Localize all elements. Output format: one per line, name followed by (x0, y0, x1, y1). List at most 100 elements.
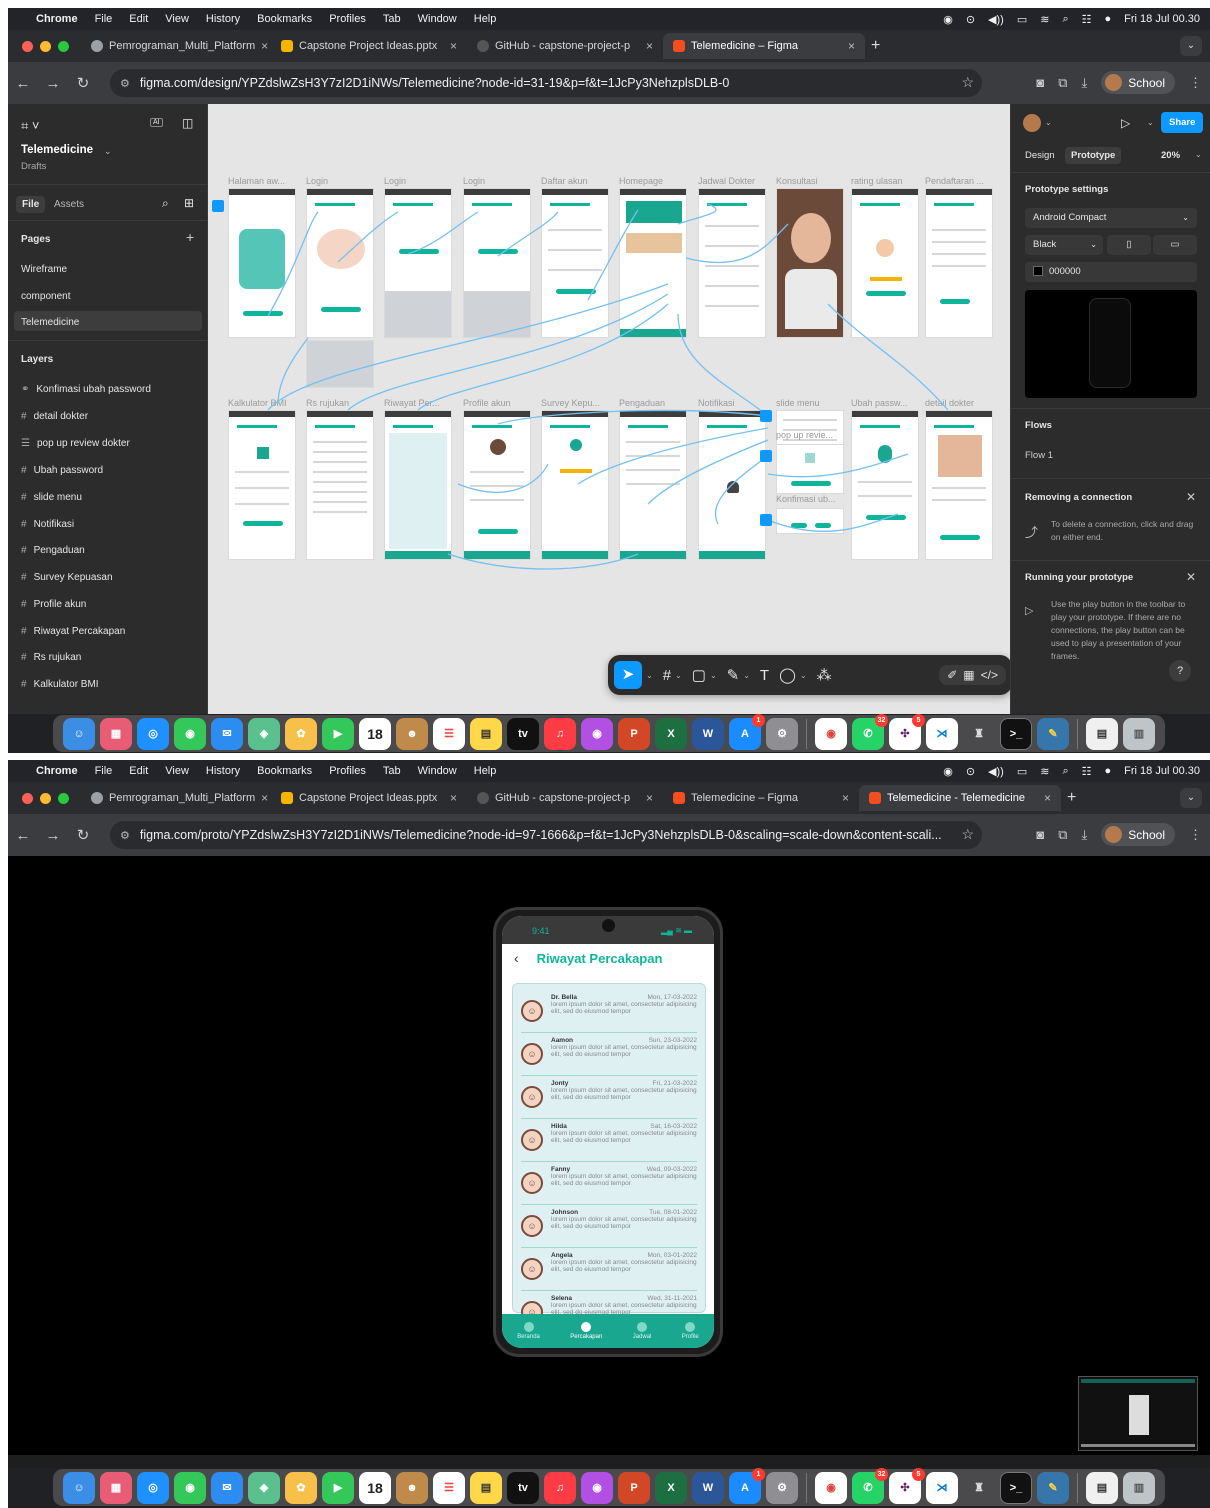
vscode-icon[interactable]: ⋊ (926, 1471, 958, 1504)
help-button[interactable]: ? (1169, 660, 1191, 682)
close-tab-icon[interactable]: × (646, 791, 653, 805)
new-tab-button[interactable]: + (871, 37, 880, 55)
file-name[interactable]: Telemedicine (21, 144, 93, 156)
spotlight-search-icon[interactable]: ⌕ (1062, 765, 1068, 778)
panel-toggle-icon[interactable]: ◫ (182, 116, 193, 130)
terminal-icon[interactable]: >_ (1000, 1471, 1032, 1504)
forward-icon[interactable]: → (38, 75, 68, 92)
menu-window[interactable]: Window (418, 13, 457, 25)
background-color-field[interactable]: 000000 (1025, 262, 1197, 282)
menu-chrome[interactable]: Chrome (36, 765, 78, 777)
camera-icon[interactable]: ◙ (1036, 827, 1044, 842)
close-tab-icon[interactable]: × (646, 39, 653, 53)
messages-icon[interactable]: ◉ (174, 717, 206, 750)
spotlight-search-icon[interactable]: ⌕ (1062, 13, 1068, 26)
menu-view[interactable]: View (165, 13, 189, 25)
menubar-clock[interactable]: Fri 18 Jul 00.30 (1124, 13, 1200, 25)
reminders-icon[interactable]: ☰ (433, 1471, 465, 1504)
messages-icon[interactable]: ◉ (174, 1471, 206, 1504)
document-icon[interactable]: ▤ (1086, 1471, 1118, 1504)
layer-row[interactable]: ☰ pop up review dokter (21, 438, 130, 449)
chevron-down-icon[interactable]: ⌄ (1045, 118, 1052, 127)
system-settings-icon[interactable]: ⚙ (766, 717, 798, 750)
tab-file[interactable]: File (16, 196, 46, 213)
powerpoint-icon[interactable]: P (618, 717, 650, 750)
close-tab-icon[interactable]: × (1044, 791, 1051, 805)
extensions-icon[interactable]: ⧉ (1058, 75, 1067, 91)
layer-row[interactable]: # Ubah password (21, 465, 103, 476)
podcasts-icon[interactable]: ◉ (581, 1471, 613, 1504)
trash-icon[interactable]: ▥ (1123, 1471, 1155, 1504)
photos-icon[interactable]: ✿ (285, 1471, 317, 1504)
layer-row[interactable]: # Kalkulator BMI (21, 679, 99, 690)
play-status-icon[interactable]: ⊙ (966, 13, 975, 26)
layer-row[interactable]: # Notifikasi (21, 519, 74, 530)
battery-icon[interactable]: ▭ (1017, 765, 1027, 778)
chevron-down-icon[interactable]: ⌄ (743, 671, 750, 680)
figma-menu-icon[interactable]: ⌗ ˅ (21, 118, 40, 134)
page-component[interactable]: component (21, 291, 70, 302)
tab-capstone[interactable]: Capstone Project Ideas.pptx × (271, 785, 467, 811)
tab-prototype[interactable]: Prototype (1065, 147, 1122, 164)
vscode-icon[interactable]: ⋊ (926, 717, 958, 750)
download-icon[interactable]: ⤓ (1082, 75, 1088, 91)
nav-jadwal[interactable]: Jadwal (633, 1322, 651, 1340)
text-tool-icon[interactable]: T (760, 667, 769, 684)
pen-tool-icon[interactable]: ✎ (727, 666, 740, 684)
chrome-icon[interactable]: ◉ (815, 1471, 847, 1504)
prototype-viewer[interactable]: 9:41 ▂▄ ≋ ▬ ‹ Riwayat Percakapan ☺ Dr. Be… (8, 856, 1210, 1455)
menu-window[interactable]: Window (418, 765, 457, 777)
close-icon[interactable]: ✕ (1186, 490, 1196, 504)
menu-bookmarks[interactable]: Bookmarks (257, 13, 312, 25)
tab-search-button[interactable]: ⌄ (1180, 788, 1202, 808)
share-button[interactable]: Share (1161, 112, 1204, 133)
draw-icon[interactable]: ✐ (947, 668, 957, 682)
zoom-level[interactable]: 20% (1161, 150, 1180, 161)
rocket-icon[interactable]: ♜ (963, 1472, 995, 1504)
page-wireframe[interactable]: Wireframe (21, 264, 67, 275)
nav-beranda[interactable]: Beranda (517, 1322, 540, 1340)
safari-icon[interactable]: ◎ (137, 1471, 169, 1504)
launchpad-icon[interactable]: ▦ (100, 1471, 132, 1504)
menu-profiles[interactable]: Profiles (329, 13, 366, 25)
back-icon[interactable]: ← (8, 75, 38, 92)
tab-figma-prototype[interactable]: Telemedicine - Telemedicine × (859, 785, 1061, 811)
forward-icon[interactable]: → (38, 827, 68, 844)
rocket-icon[interactable]: ♜ (963, 718, 995, 750)
notes-icon[interactable]: ▤ (470, 717, 502, 750)
safari-icon[interactable]: ◎ (137, 717, 169, 750)
minimize-window-icon[interactable] (40, 792, 51, 804)
calendar-icon[interactable]: 18 (359, 1471, 391, 1504)
url-field[interactable]: ⚙ figma.com/proto/YPZdslwZsH3Y7zI2D1iNWs… (110, 821, 982, 849)
tab-pemrograman[interactable]: Pemrograman_Multi_Platform × (81, 785, 271, 811)
avatar[interactable] (1023, 114, 1041, 132)
menu-tab[interactable]: Tab (383, 13, 401, 25)
menu-history[interactable]: History (206, 13, 240, 25)
battery-icon[interactable]: ▭ (1017, 13, 1027, 26)
close-tab-icon[interactable]: × (848, 39, 855, 53)
app-store-icon[interactable]: A1 (729, 1467, 765, 1504)
word-icon[interactable]: W (692, 717, 724, 750)
python-icon[interactable]: ✎ (1037, 717, 1069, 750)
tab-pemrograman[interactable]: Pemrograman_Multi_Platform × (81, 33, 271, 59)
flow-item[interactable]: Flow 1 (1025, 450, 1053, 461)
move-tool-icon[interactable]: ➤ (614, 661, 642, 689)
layer-row[interactable]: # Riwayat Percakapan (21, 626, 125, 637)
volume-icon[interactable]: ◀︎)) (988, 765, 1004, 778)
close-tab-icon[interactable]: × (842, 791, 849, 805)
close-window-icon[interactable] (22, 792, 33, 804)
minimize-window-icon[interactable] (40, 40, 51, 52)
library-icon[interactable]: ⊞ (184, 196, 194, 210)
music-icon[interactable]: ♫ (544, 717, 576, 750)
bookmark-star-icon[interactable]: ☆ (961, 74, 974, 91)
chevron-down-icon[interactable]: ⌄ (675, 671, 682, 680)
siri-icon[interactable]: ● (1105, 765, 1112, 777)
slack-icon[interactable]: ✣ 5 (889, 1467, 925, 1504)
contacts-icon[interactable]: ☻ (396, 717, 428, 750)
search-icon[interactable]: ⌕ (162, 196, 169, 211)
apple-tv-icon[interactable]: tv (507, 717, 539, 750)
menu-file[interactable]: File (95, 13, 113, 25)
menu-file[interactable]: File (95, 765, 113, 777)
menu-help[interactable]: Help (474, 765, 497, 777)
zoom-window-icon[interactable] (58, 40, 69, 52)
